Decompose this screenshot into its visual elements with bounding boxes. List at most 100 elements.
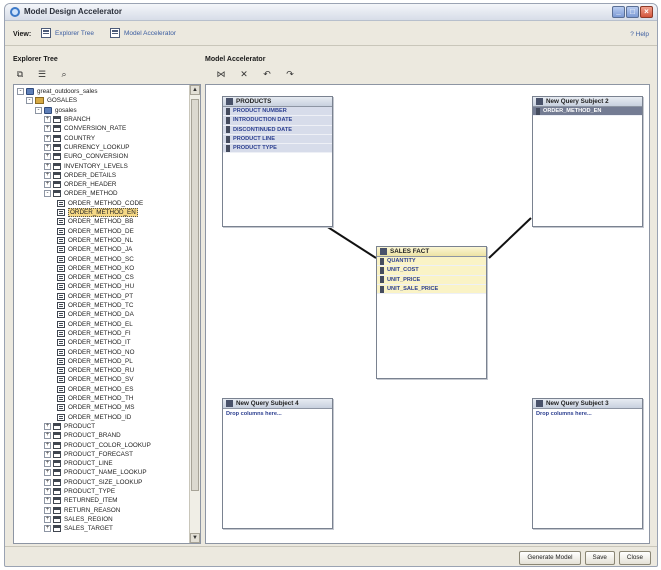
expand-icon[interactable]: + [44,525,51,533]
tree-item[interactable]: + ORDER_HEADER [44,180,116,189]
tree-item[interactable]: + PRODUCT_LINE [44,459,113,468]
tree-item[interactable]: + BRANCH [44,115,91,124]
tree-item[interactable]: ORDER_METHOD_NO [53,347,134,356]
tree-item[interactable]: ORDER_METHOD_SC [53,254,134,263]
expand-icon[interactable]: + [44,171,51,179]
expand-icon[interactable]: + [44,143,51,151]
tree-item[interactable]: ORDER_METHOD_NL [53,236,133,245]
tree-item[interactable]: + COUNTRY [44,134,95,143]
query-item[interactable]: INTRODUCTION DATE [223,116,332,126]
tree-item[interactable]: + PRODUCT_FORECAST [44,450,133,459]
search-icon[interactable]: ⌕ [59,70,69,79]
tree-item[interactable]: ORDER_METHOD_BB [53,217,133,226]
expand-icon[interactable]: + [44,422,51,430]
close-button[interactable]: Close [618,551,651,565]
expand-icon[interactable]: + [44,469,51,477]
new-query-subject-icon[interactable]: ⧉ [15,70,25,79]
model-accelerator-view-button[interactable]: Model Accelerator [110,28,176,38]
tree-item[interactable]: ORDER_METHOD_TC [53,301,133,310]
delete-icon[interactable]: ✕ [239,70,249,79]
tree-item[interactable]: + PRODUCT_SIZE_LOOKUP [44,478,142,487]
tree-item[interactable]: + CONVERSION_RATE [44,124,126,133]
tree-item[interactable]: - gosales [35,106,77,115]
tree-item[interactable]: + PRODUCT_BRAND [44,431,121,440]
tree-item[interactable]: ORDER_METHOD_MS [53,403,134,412]
query-subject-header[interactable]: New Query Subject 4 [223,399,332,409]
expand-icon[interactable]: + [44,116,51,124]
undo-icon[interactable]: ↶ [262,70,272,79]
products-fact-link[interactable] [322,223,377,259]
tree-item[interactable]: ORDER_METHOD_PT [53,292,133,301]
expand-icon[interactable]: + [44,515,51,523]
query-item[interactable]: UNIT_COST [377,266,486,276]
tree-item[interactable]: ORDER_METHOD_EL [53,320,133,329]
tree-item[interactable]: ORDER_METHOD_IT [53,338,131,347]
tree-item[interactable]: ORDER_METHOD_ES [53,385,133,394]
redo-icon[interactable]: ↷ [285,70,295,79]
query-item[interactable]: PRODUCT NUMBER [223,107,332,117]
expand-icon[interactable]: + [44,153,51,161]
query-subject-products[interactable]: PRODUCTS PRODUCT NUMBER INTRODUCTION DATE… [222,96,333,227]
tree-item[interactable]: ORDER_METHOD_PL [53,357,133,366]
expand-icon[interactable]: + [44,441,51,449]
query-subject-4[interactable]: New Query Subject 4 Drop columns here... [222,398,333,529]
generate-model-button[interactable]: Generate Model [519,551,581,565]
query-subject-header[interactable]: PRODUCTS [223,97,332,107]
query-item[interactable]: ORDER_METHOD_EN [533,107,642,117]
query-item[interactable]: UNIT_PRICE [377,275,486,285]
expand-icon[interactable]: + [44,506,51,514]
tree-item[interactable]: + INVENTORY_LEVELS [44,161,128,170]
tree-item[interactable]: ORDER_METHOD_TH [53,394,133,403]
maximize-icon[interactable]: □ [626,6,639,18]
collapse-icon[interactable]: - [35,106,42,114]
help-link[interactable]: ? Help [630,31,649,38]
scroll-thumb[interactable] [191,99,199,491]
query-item[interactable]: QUANTITY [377,257,486,267]
tree-item[interactable]: + PRODUCT_COLOR_LOOKUP [44,440,151,449]
tree-item[interactable]: ORDER_METHOD_FI [53,329,131,338]
collapse-icon[interactable]: - [17,88,24,96]
expand-icon[interactable]: + [44,478,51,486]
tree-item[interactable]: + EURO_CONVERSION [44,152,128,161]
qs2-fact-link[interactable] [488,217,532,259]
tree-item[interactable]: ORDER_METHOD_SV [53,375,133,384]
tree-item[interactable]: ORDER_METHOD_DE [53,227,134,236]
expand-icon[interactable]: + [44,134,51,142]
query-subject-header[interactable]: New Query Subject 3 [533,399,642,409]
tree-item[interactable]: ORDER_METHOD_RU [53,366,134,375]
tree-item[interactable]: ORDER_METHOD_EN [53,208,138,218]
tree-item[interactable]: ORDER_METHOD_ID [53,413,131,422]
tree-item[interactable]: ORDER_METHOD_HU [53,282,134,291]
tree-item[interactable]: + SALES_REGION [44,515,113,524]
expand-icon[interactable]: + [44,497,51,505]
tree-item[interactable]: + PRODUCT_NAME_LOOKUP [44,468,147,477]
expand-icon[interactable]: + [44,162,51,170]
query-subject-header[interactable]: New Query Subject 2 [533,97,642,107]
close-icon[interactable]: × [640,6,653,18]
query-item[interactable]: PRODUCT LINE [223,134,332,145]
minimize-icon[interactable]: _ [612,6,625,18]
expand-icon[interactable]: + [44,125,51,133]
expand-icon[interactable]: + [44,460,51,468]
query-subject-2[interactable]: New Query Subject 2 ORDER_METHOD_EN [532,96,643,227]
expand-icon[interactable]: + [44,488,51,496]
tree-scrollbar[interactable]: ▲ ▼ [189,85,200,543]
tree-item[interactable]: - ORDER_METHOD [44,189,118,198]
tree-item[interactable]: ORDER_METHOD_DA [53,310,134,319]
tree-item[interactable]: - GOSALES [26,96,77,105]
tree-item[interactable]: + PRODUCT_TYPE [44,487,115,496]
query-subject-3[interactable]: New Query Subject 3 Drop columns here... [532,398,643,529]
collapse-icon[interactable]: - [44,190,51,198]
tree-item[interactable]: - great_outdoors_sales [17,87,98,96]
expand-icon[interactable]: + [44,432,51,440]
query-item[interactable]: DISCONTINUED DATE [223,125,332,135]
tree-item[interactable]: + CURRENCY_LOOKUP [44,143,129,152]
relationship-icon[interactable]: ⋈ [216,70,226,79]
tree-item[interactable]: + RETURN_REASON [44,506,120,515]
query-item[interactable]: UNIT_SALE_PRICE [377,284,486,295]
tree-item[interactable]: ORDER_METHOD_JA [53,245,132,254]
expand-icon[interactable]: + [44,181,51,189]
tree-item[interactable]: + PRODUCT [44,422,95,431]
expand-icon[interactable]: + [44,450,51,458]
tree-item[interactable]: ORDER_METHOD_KO [53,264,134,273]
